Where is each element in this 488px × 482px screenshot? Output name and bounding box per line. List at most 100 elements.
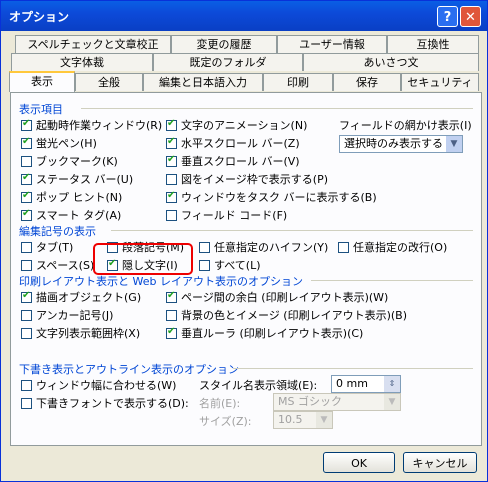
check-box[interactable] <box>21 309 32 321</box>
checkbox-label: スペース(S) <box>36 259 95 272</box>
checkbox-animated-text[interactable]: 文字のアニメーション(N) <box>166 117 307 133</box>
check-box[interactable] <box>21 172 32 185</box>
checkbox-optional-breaks[interactable]: 任意指定の改行(O) <box>338 239 447 255</box>
checkbox-vertical-ruler[interactable]: 垂直ルーラ (印刷レイアウト表示)(C) <box>166 325 363 341</box>
tab-print[interactable]: 印刷 <box>263 73 333 91</box>
checkbox-horizontal-scrollbar[interactable]: 水平スクロール バー(Z) <box>166 135 300 151</box>
tab-general[interactable]: 全般 <box>75 73 143 91</box>
check-box[interactable] <box>21 136 32 149</box>
tab-track-changes[interactable]: 変更の履歴 <box>171 35 277 53</box>
checkbox-highlight[interactable]: 蛍光ペン(H) <box>21 135 97 151</box>
checkbox-label: ページ間の余白 (印刷レイアウト表示)(W) <box>181 291 389 304</box>
checkbox-smart-tags[interactable]: スマート タグ(A) <box>21 207 121 223</box>
chevron-down-icon[interactable]: ▼ <box>384 394 400 410</box>
checkbox-optional-hyphens[interactable]: 任意指定のハイフン(Y) <box>199 239 328 255</box>
tab-spelling[interactable]: スペルチェックと文章校正 <box>15 35 171 53</box>
tab-user-info[interactable]: ユーザー情報 <box>277 35 387 53</box>
checkbox-picture-placeholders[interactable]: 図をイメージ枠で表示する(P) <box>166 171 328 187</box>
checkbox-draft-font[interactable]: 下書きフォントで表示する(D): <box>21 395 189 411</box>
check-box[interactable] <box>21 379 32 391</box>
checkbox-text-boundaries[interactable]: 文字列表示範囲枠(X) <box>21 325 140 341</box>
check-box[interactable] <box>166 309 177 321</box>
divider <box>311 280 473 281</box>
tab-view[interactable]: 表示 <box>9 71 75 92</box>
check-box[interactable] <box>199 259 210 271</box>
chevron-down-icon[interactable]: ▼ <box>316 412 332 428</box>
check-box[interactable] <box>166 136 177 149</box>
close-button[interactable]: ✕ <box>460 6 481 27</box>
check-box[interactable] <box>166 190 177 203</box>
spinner-icon[interactable]: ⇕ <box>384 376 400 392</box>
field-shading-value: 選択時のみ表示する <box>344 137 443 150</box>
formatting-heading: 編集記号の表示 <box>19 225 96 238</box>
check-box[interactable] <box>166 326 177 339</box>
check-box[interactable] <box>21 397 32 409</box>
check-box[interactable] <box>21 118 32 131</box>
field-shading-select[interactable]: 選択時のみ表示する ▼ <box>339 135 463 153</box>
checkbox-bookmarks[interactable]: ブックマーク(K) <box>21 153 118 169</box>
help-button[interactable]: ? <box>437 6 458 27</box>
style-area-value: 0 mm <box>336 377 368 390</box>
field-shading-label: フィールドの網かけ表示(I) <box>339 119 472 132</box>
checkbox-windows-in-taskbar[interactable]: ウィンドウをタスク バーに表示する(B) <box>166 189 377 205</box>
checkbox-white-space[interactable]: ページ間の余白 (印刷レイアウト表示)(W) <box>166 289 388 305</box>
checkbox-status-bar[interactable]: ステータス バー(U) <box>21 171 133 187</box>
checkbox-label: ポップ ヒント(N) <box>36 191 123 204</box>
font-name-value: MS ゴシック <box>278 395 342 408</box>
tab-security[interactable]: セキュリティ <box>401 73 479 91</box>
check-box[interactable] <box>166 209 177 221</box>
print-layout-heading: 印刷レイアウト表示と Web レイアウト表示のオプション <box>19 275 303 288</box>
checkbox-label: 蛍光ペン(H) <box>36 137 97 150</box>
checkbox-label: ステータス バー(U) <box>36 173 134 186</box>
chevron-down-icon[interactable]: ▼ <box>446 136 462 152</box>
checkbox-startup-task-pane[interactable]: 起動時作業ウィンドウ(R) <box>21 117 162 133</box>
tab-save[interactable]: 保存 <box>333 73 401 91</box>
checkbox-tab-characters[interactable]: タブ(T) <box>21 239 73 255</box>
options-dialog: オプション ? ✕ スペルチェックと文章校正 変更の履歴 ユーザー情報 互換性 … <box>0 0 488 482</box>
check-box[interactable] <box>21 327 32 339</box>
checkbox-label: 任意指定の改行(O) <box>353 241 448 254</box>
font-name-select[interactable]: MS ゴシック ▼ <box>273 393 401 411</box>
check-box[interactable] <box>166 154 177 167</box>
checkbox-label: 垂直スクロール バー(V) <box>181 155 300 168</box>
divider <box>233 368 473 369</box>
checkbox-drawings[interactable]: 描画オブジェクト(G) <box>21 289 141 305</box>
tab-compatibility[interactable]: 互換性 <box>387 35 479 53</box>
check-box[interactable] <box>166 118 177 131</box>
checkbox-label: 図をイメージ枠で表示する(P) <box>181 173 328 186</box>
checkbox-field-codes[interactable]: フィールド コード(F) <box>166 207 287 223</box>
check-box[interactable] <box>166 173 177 185</box>
checkbox-label: アンカー記号(J) <box>36 309 114 322</box>
cancel-button[interactable]: キャンセル <box>403 452 477 473</box>
style-area-input[interactable]: 0 mm ⇕ <box>331 375 401 393</box>
ok-button[interactable]: OK <box>323 452 395 473</box>
checkbox-wrap-to-window[interactable]: ウィンドウ幅に合わせる(W) <box>21 377 176 393</box>
checkbox-label: 任意指定のハイフン(Y) <box>214 241 329 254</box>
red-highlight-box <box>93 243 193 275</box>
checkbox-all-marks[interactable]: すべて(L) <box>199 257 261 273</box>
check-box[interactable] <box>199 241 210 253</box>
tab-edit[interactable]: 編集と日本語入力 <box>143 73 263 91</box>
check-box[interactable] <box>21 208 32 221</box>
check-box[interactable] <box>338 241 349 253</box>
tab-greetings[interactable]: あいさつ文 <box>303 53 479 71</box>
checkbox-screentips[interactable]: ポップ ヒント(N) <box>21 189 122 205</box>
checkbox-background[interactable]: 背景の色とイメージ (印刷レイアウト表示)(B) <box>166 307 407 323</box>
checkbox-spaces[interactable]: スペース(S) <box>21 257 94 273</box>
checkbox-label: すべて(L) <box>214 259 261 272</box>
checkbox-label: 下書きフォントで表示する(D): <box>36 397 189 410</box>
title-bar[interactable]: オプション ? ✕ <box>1 1 487 31</box>
check-box[interactable] <box>166 290 177 303</box>
font-size-select[interactable]: 10.5 ▼ <box>273 411 333 429</box>
checkbox-object-anchors[interactable]: アンカー記号(J) <box>21 307 113 323</box>
tab-typography[interactable]: 文字体裁 <box>11 53 153 71</box>
check-box[interactable] <box>21 155 32 167</box>
check-box[interactable] <box>21 290 32 303</box>
checkbox-vertical-scrollbar[interactable]: 垂直スクロール バー(V) <box>166 153 300 169</box>
check-box[interactable] <box>21 190 32 203</box>
check-box[interactable] <box>21 241 32 253</box>
checkbox-label: 背景の色とイメージ (印刷レイアウト表示)(B) <box>181 309 407 322</box>
checkbox-label: タブ(T) <box>36 241 74 254</box>
check-box[interactable] <box>21 259 32 271</box>
tab-default-folders[interactable]: 既定のフォルダ <box>153 53 303 71</box>
